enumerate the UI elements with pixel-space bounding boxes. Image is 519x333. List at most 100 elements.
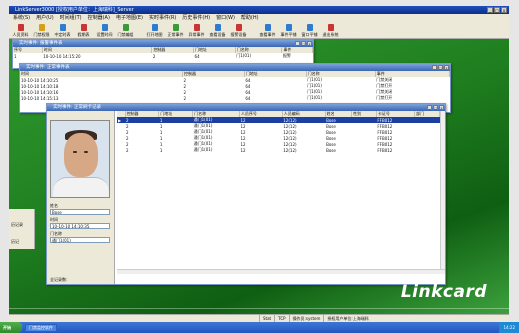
table-cell (352, 147, 377, 153)
table-cell: 门1(01) (307, 95, 322, 100)
table-cell: 2 (183, 95, 187, 101)
side-label: 历记 (11, 239, 19, 244)
maximize-button[interactable]: □ (433, 105, 438, 110)
table-cell: 12(12) (283, 147, 297, 153)
exit-icon (327, 24, 334, 31)
menu-realtime[interactable]: 实时事件(R) (149, 14, 176, 22)
table-row[interactable]: 10-10-10 14:15:13 2 64 门1(01) 门禁打开 (20, 95, 450, 101)
toolbar-button-label: 打开地图 (146, 32, 163, 37)
card-record-window[interactable]: 实时事件: 正常刷卡记录 _ □ x 姓名 Bose 时间 10-10-10 14:… (46, 103, 446, 285)
window-title: 实时事件: 正常刷卡记录 (53, 105, 101, 110)
toolbar-button-label: 报警设备 (230, 32, 247, 37)
table-cell: 1 (159, 147, 163, 153)
maximize-button[interactable]: □ (494, 7, 500, 13)
warning-icon (193, 24, 200, 31)
toolbar-button[interactable]: 正常事件 (166, 24, 185, 38)
toolbar-button[interactable]: 中定时表 (53, 24, 72, 38)
toolbar-button[interactable]: 门禁权限 (32, 24, 51, 38)
group-icon (122, 24, 129, 31)
toolbar-button[interactable]: 查看设备 (208, 24, 227, 38)
table-row[interactable]: 2 1 通门1(01) 12 12(12) Bose FFB012 (117, 147, 440, 153)
vertical-scrollbar[interactable] (440, 111, 445, 269)
row-indicator (117, 147, 125, 153)
minimize-button[interactable]: _ (295, 41, 300, 46)
photo-face (64, 133, 98, 177)
table-cell: 门禁打开 (376, 95, 393, 100)
table-cell: 12 (240, 147, 246, 153)
side-label: 历记录 (11, 222, 23, 227)
minimize-button[interactable]: _ (432, 65, 437, 70)
toolbar-button[interactable]: 异常事件 (187, 24, 206, 38)
person-icon (17, 24, 24, 31)
photo-eye (84, 151, 88, 153)
calendar-icon (80, 24, 87, 31)
table-cell: 10-10-10 14:15:13 (21, 95, 59, 101)
time-field: 10-10-10 14:10:35 (50, 223, 110, 229)
toolbar-button-label: 事件平铺 (280, 32, 297, 37)
alarm-icon (235, 24, 242, 31)
taskbar-item[interactable]: 门禁监控软件 (25, 323, 57, 332)
toolbar-button-label: 中定时表 (54, 32, 71, 37)
close-button[interactable]: x (439, 105, 444, 110)
maximize-button[interactable]: □ (438, 65, 443, 70)
card-table-area: 控制器 门地址 门名称 人员序号 人员编码 姓名 性别 卡证号 部门 ▶ 2 1 通门… (117, 111, 440, 269)
toolbar-button-label: 假期表 (77, 32, 90, 37)
toolbar-button[interactable]: 设置时间 (95, 24, 114, 38)
menu-window[interactable]: 窗口(W) (216, 14, 235, 22)
close-button[interactable]: x (307, 41, 312, 46)
brand-logo: Linkcard (400, 282, 487, 302)
menu-system[interactable]: 系统(S) (13, 14, 30, 22)
table-row[interactable]: 1 10-10-10 14:15:20 2 64 门1(01) 报警 (13, 53, 313, 59)
event-icon (172, 24, 179, 31)
table-cell: Bose (326, 147, 336, 153)
menu-help[interactable]: 帮助(H) (241, 14, 259, 22)
door-field: 通门1(01) (50, 237, 110, 243)
window-titlebar[interactable]: 实时事件: 报警事件表 _ □ x (13, 40, 313, 47)
window-title: 实时事件: 报警事件表 (19, 41, 63, 46)
card-record-table: 控制器 门地址 门名称 人员序号 人员编码 姓名 性别 卡证号 部门 ▶ 2 1 通门… (117, 111, 440, 153)
logo-underline (9, 308, 509, 309)
window-titlebar[interactable]: 实时事件: 正常事件表 _ □ x (20, 64, 450, 71)
alarm-event-table: 序号 时间 控制器 门地址 门名称 事件 1 10-10-10 14:15:20… (13, 47, 313, 59)
key-icon (38, 24, 45, 31)
app-title: LinkServer3000 [授权用户单位：上海瑞科]_Server (15, 7, 134, 13)
toolbar-button-label: 查看事件 (259, 32, 276, 37)
toolbar-button[interactable]: 窗口平铺 (300, 24, 319, 38)
toolbar-button-label: 门禁权限 (33, 32, 50, 37)
maximize-button[interactable]: □ (301, 41, 306, 46)
menu-controller[interactable]: 控制器(A) (88, 14, 110, 22)
toolbar-button[interactable]: 门禁编组 (116, 24, 135, 38)
side-panel: 历记录 历记 (9, 209, 35, 249)
close-button[interactable]: x (444, 65, 449, 70)
toolbar-button[interactable]: 退出系统 (321, 24, 340, 38)
record-count-label: 全记录数: (50, 277, 68, 282)
menu-history[interactable]: 历史事件(H) (182, 14, 210, 22)
menu-emap[interactable]: 电子地图(E) (116, 14, 143, 22)
window-titlebar[interactable]: 实时事件: 正常刷卡记录 _ □ x (47, 104, 445, 111)
toolbar-button[interactable]: 事件平铺 (279, 24, 298, 38)
mdi-desktop: 实时事件: 报警事件表 _ □ x 序号 时间 控制器 门地址 门名称 事件 1 1… (9, 39, 509, 314)
horizontal-scrollbar[interactable] (117, 269, 445, 274)
start-button[interactable]: 开始 (0, 322, 22, 333)
minimize-button[interactable]: _ (427, 105, 432, 110)
toolbar-button[interactable]: 打开地图 (145, 24, 164, 38)
toolbar-button[interactable]: 查看事件 (258, 24, 277, 38)
clock-icon (59, 24, 66, 31)
toolbar-button-label: 查看设备 (209, 32, 226, 37)
toolbar-button[interactable]: 人员资料 (11, 24, 30, 38)
app-titlebar: LinkServer3000 [授权用户单位：上海瑞科]_Server _ □ … (9, 6, 509, 14)
toolbar-button[interactable]: 假期表 (74, 24, 93, 38)
device-icon (214, 24, 221, 31)
menu-timegroup[interactable]: 时间组(T) (60, 14, 82, 22)
system-tray: 14:22 (499, 322, 519, 333)
toolbar-button[interactable]: 报警设备 (229, 24, 248, 38)
toolbar-button-label: 人员资料 (12, 32, 29, 37)
toolbar-button-label: 窗口平铺 (301, 32, 318, 37)
minimize-button[interactable]: _ (487, 7, 493, 13)
close-button[interactable]: x (501, 7, 507, 13)
status-tcp: TCP (274, 315, 288, 322)
menu-user[interactable]: 用户(U) (36, 14, 54, 22)
toolbar: 人员资料 门禁权限 中定时表 假期表 设置时间 门禁编组 打开地图 正常事件 异常事件 查看设备报… (9, 22, 509, 39)
toolbar-button-label: 门禁编组 (117, 32, 134, 37)
photo-shirt (53, 177, 109, 197)
